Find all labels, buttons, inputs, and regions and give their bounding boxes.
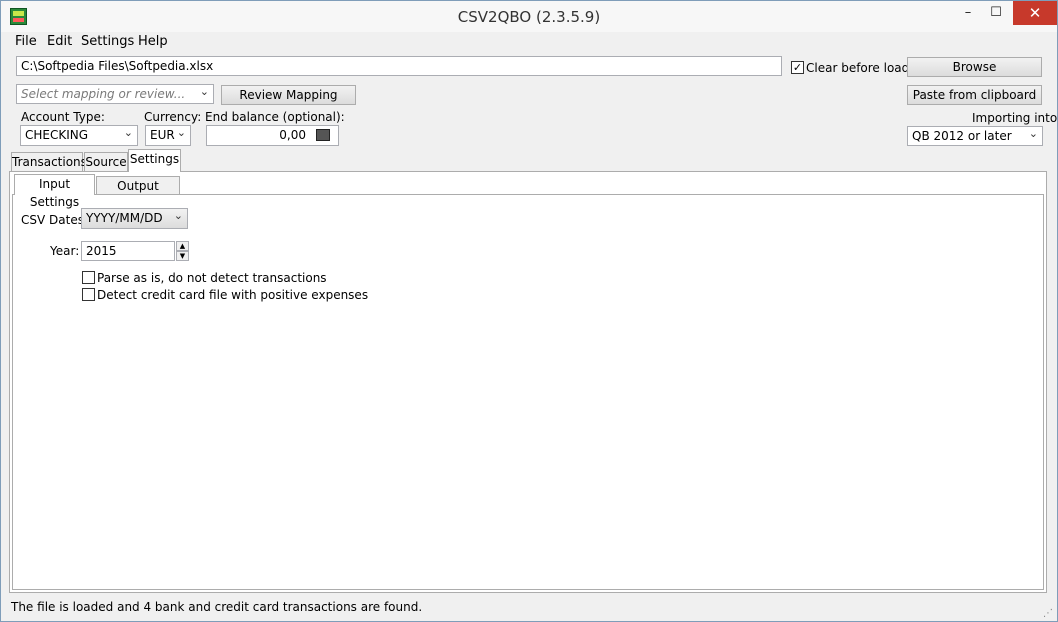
csv-dates-label: CSV Dates: — [21, 213, 88, 227]
menu-settings[interactable]: Settings — [81, 34, 134, 49]
clear-before-load-checkbox[interactable]: ✓ — [791, 61, 804, 74]
menu-help[interactable]: Help — [138, 34, 168, 49]
browse-button[interactable]: Browse — [907, 57, 1042, 77]
minimize-icon[interactable]: – — [953, 1, 983, 25]
calculator-icon[interactable] — [316, 129, 330, 141]
account-type-select[interactable]: CHECKING ⌄ — [20, 125, 138, 146]
chevron-down-icon: ⌄ — [173, 209, 183, 222]
chevron-down-icon: ⌄ — [176, 126, 186, 139]
parse-as-is-checkbox[interactable] — [82, 271, 95, 284]
parse-as-is-label: Parse as is, do not detect transactions — [97, 271, 327, 285]
app-window: CSV2QBO (2.3.5.9) – ☐ ✕ File Edit Settin… — [0, 0, 1058, 622]
detect-credit-card-checkbox[interactable] — [82, 288, 95, 301]
tab-settings[interactable]: Settings — [128, 149, 181, 172]
currency-select[interactable]: EUR ⌄ — [145, 125, 191, 146]
chevron-down-icon: ⌄ — [123, 126, 133, 139]
mapping-placeholder: Select mapping or review... — [21, 87, 186, 101]
year-input[interactable]: 2015 — [81, 241, 175, 261]
title-bar: CSV2QBO (2.3.5.9) – ☐ ✕ — [1, 1, 1057, 32]
menu-bar: File Edit Settings Help — [1, 32, 1057, 52]
chevron-down-icon: ⌄ — [199, 85, 209, 98]
mapping-select[interactable]: Select mapping or review... ⌄ — [16, 84, 214, 104]
window-title: CSV2QBO (2.3.5.9) — [457, 8, 601, 26]
resize-grip-icon[interactable]: ⋰ — [1043, 608, 1053, 619]
detect-credit-card-label: Detect credit card file with positive ex… — [97, 288, 369, 302]
spin-down-icon[interactable]: ▼ — [176, 251, 189, 261]
end-balance-label: End balance (optional): — [205, 110, 345, 124]
year-label: Year: — [50, 244, 80, 258]
importing-into-value: QB 2012 or later — [912, 129, 1012, 143]
status-bar: The file is loaded and 4 bank and credit… — [1, 596, 1057, 621]
clear-before-load-label: Clear before load — [806, 61, 910, 75]
review-mapping-button[interactable]: Review Mapping — [221, 85, 356, 105]
tab-transactions[interactable]: Transactions — [11, 152, 87, 171]
account-type-value: CHECKING — [25, 128, 89, 142]
csv-dates-select[interactable]: YYYY/MM/DD ⌄ — [81, 208, 188, 229]
menu-file[interactable]: File — [15, 34, 37, 49]
spin-up-icon[interactable]: ▲ — [176, 241, 189, 251]
importing-into-select[interactable]: QB 2012 or later ⌄ — [907, 126, 1043, 146]
paste-from-clipboard-button[interactable]: Paste from clipboard — [907, 85, 1042, 105]
status-text: The file is loaded and 4 bank and credit… — [11, 600, 423, 614]
importing-into-label: Importing into: — [972, 111, 1058, 125]
currency-value: EUR — [150, 128, 175, 142]
tab-source[interactable]: Source — [84, 152, 128, 171]
menu-edit[interactable]: Edit — [47, 34, 72, 49]
tab-output-settings[interactable]: Output Settings — [96, 176, 180, 211]
file-path-input[interactable]: C:\Softpedia Files\Softpedia.xlsx — [16, 56, 782, 76]
maximize-icon[interactable]: ☐ — [981, 1, 1011, 25]
account-type-label: Account Type: — [21, 110, 105, 124]
close-icon[interactable]: ✕ — [1013, 1, 1057, 25]
tab-input-settings[interactable]: Input Settings — [14, 174, 95, 209]
csv-dates-value: YYYY/MM/DD — [86, 211, 163, 225]
chevron-down-icon: ⌄ — [1028, 127, 1038, 140]
currency-label: Currency: — [144, 110, 202, 124]
